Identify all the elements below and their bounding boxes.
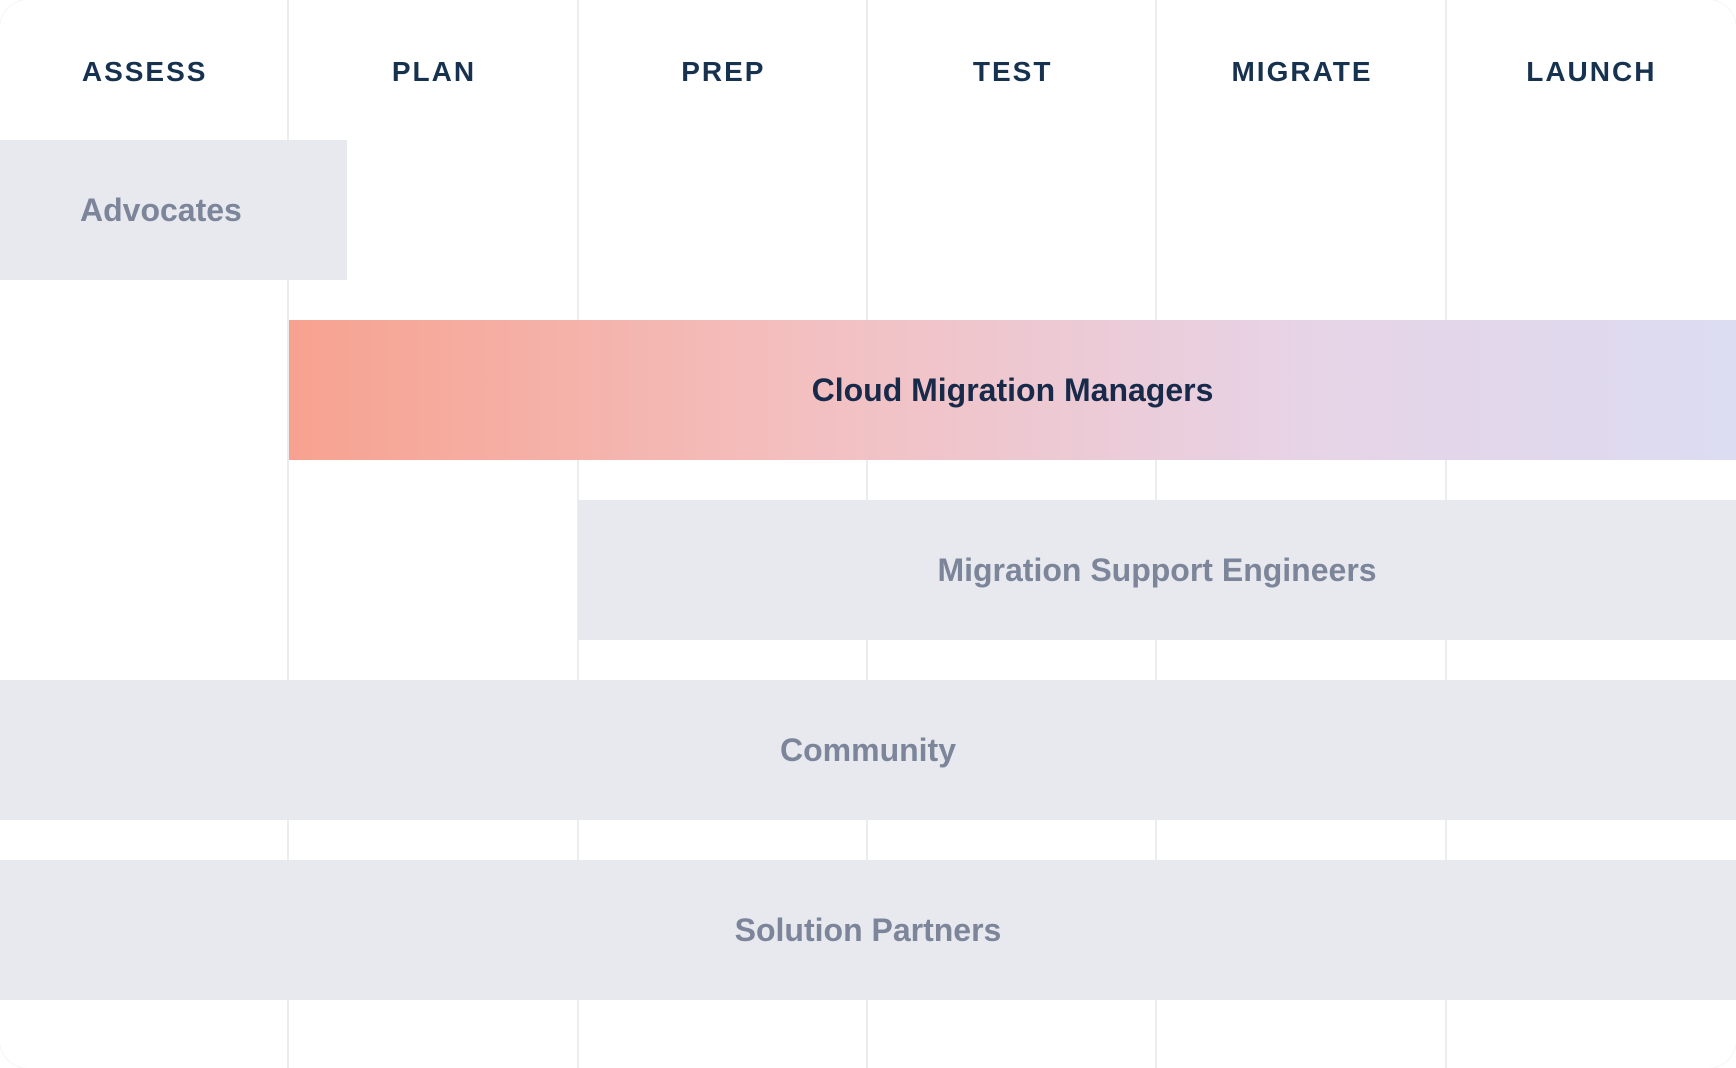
bar-community: Community	[0, 680, 1736, 820]
bar-advocates: Advocates	[0, 140, 347, 280]
bars-layer: Advocates Cloud Migration Managers Migra…	[0, 0, 1736, 1068]
bar-solution-partners-label: Solution Partners	[735, 912, 1002, 949]
bar-cloud-migration-managers-label: Cloud Migration Managers	[812, 372, 1214, 409]
bar-solution-partners: Solution Partners	[0, 860, 1736, 1000]
bar-cloud-migration-managers: Cloud Migration Managers	[289, 320, 1736, 460]
bar-migration-support-engineers-label: Migration Support Engineers	[937, 552, 1376, 589]
migration-phases-diagram: ASSESS PLAN PREP TEST MIGRATE LAUNCH Adv…	[0, 0, 1736, 1068]
bar-advocates-label: Advocates	[80, 192, 242, 229]
bar-community-label: Community	[780, 732, 956, 769]
bar-migration-support-engineers: Migration Support Engineers	[578, 500, 1736, 640]
